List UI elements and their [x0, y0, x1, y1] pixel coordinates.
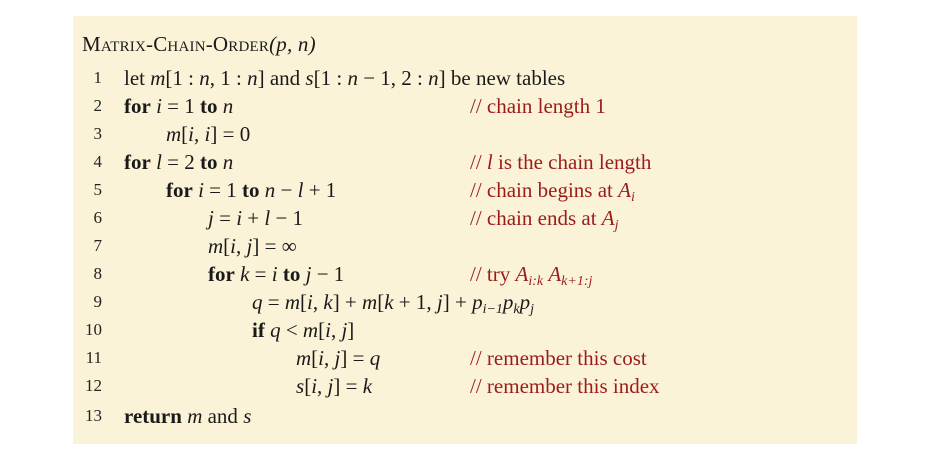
- code-comment: // try Ai:k Ak+1:j: [470, 262, 593, 289]
- code-text: for l = 2 to n: [124, 150, 234, 174]
- code-text: return m and s: [124, 404, 252, 428]
- procedure-name: Matrix-Chain-Order: [82, 32, 270, 56]
- code-comment: // remember this cost: [470, 346, 647, 370]
- line-number: 3: [93, 124, 103, 143]
- code-comment: // chain ends at Aj: [470, 206, 619, 233]
- line-number: 11: [85, 348, 102, 367]
- code-comment: // remember this index: [470, 374, 660, 398]
- code-comment: // chain length 1: [470, 94, 606, 118]
- line-number: 8: [93, 264, 103, 283]
- line-number: 10: [85, 320, 102, 339]
- code-comment: // chain begins at Ai: [470, 178, 635, 205]
- code-text: let m[1 : n, 1 : n] and s[1 : n − 1, 2 :…: [124, 66, 566, 90]
- line-number: 12: [85, 376, 102, 395]
- line-number: 9: [93, 292, 103, 311]
- line-number: 5: [93, 180, 103, 199]
- procedure-title: Matrix-Chain-Order(p, n): [82, 30, 316, 58]
- line-number: 2: [93, 96, 103, 115]
- code-text: m[i, i] = 0: [166, 122, 251, 146]
- procedure-params: (p, n): [269, 32, 316, 56]
- code-text: for k = i to j − 1: [208, 262, 345, 286]
- code-text: q = m[i, k] + m[k + 1, j] + pi−1pkpj: [252, 290, 535, 317]
- code-text: j = i + l − 1: [208, 206, 304, 230]
- code-text: if q < m[i, j]: [252, 318, 355, 342]
- code-text: m[i, j] = q: [296, 346, 381, 370]
- code-comment: // l is the chain length: [470, 150, 652, 174]
- line-number: 4: [93, 152, 103, 171]
- line-number: 6: [93, 208, 103, 227]
- code-text: for i = 1 to n: [124, 94, 234, 118]
- code-text: m[i, j] = ∞: [208, 234, 297, 258]
- code-text: s[i, j] = k: [296, 374, 373, 398]
- code-text: for i = 1 to n − l + 1: [166, 178, 337, 202]
- line-number: 7: [93, 236, 103, 255]
- line-number: 13: [85, 406, 102, 425]
- line-number: 1: [93, 68, 103, 87]
